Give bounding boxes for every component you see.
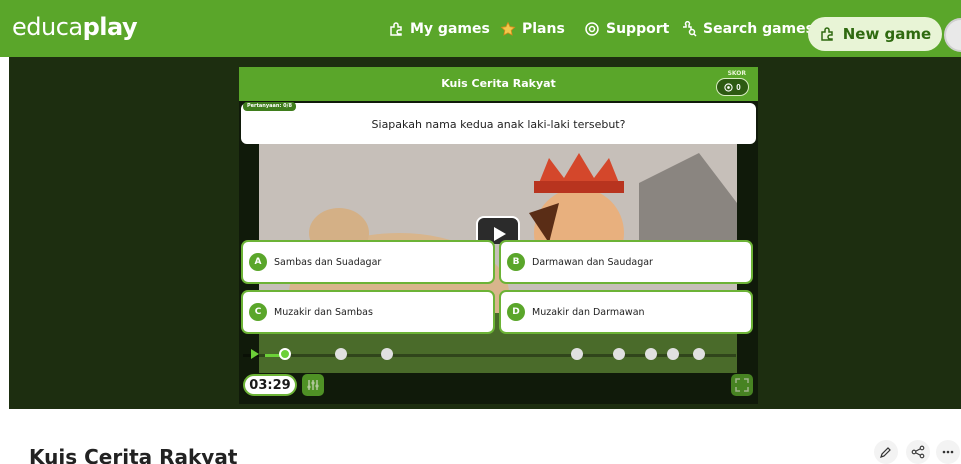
answer-option-d[interactable]: D Muzakir dan Darmawan xyxy=(499,290,753,334)
fullscreen-icon xyxy=(735,378,749,392)
nav-plans[interactable]: Plans xyxy=(500,19,565,39)
answer-option-b[interactable]: B Darmawan dan Saudagar xyxy=(499,240,753,284)
new-game-label: New game xyxy=(842,25,932,43)
educaplay-logo[interactable]: educaplay xyxy=(12,13,138,41)
game-title-bar: Kuis Cerita Rakyat SKOR 0 xyxy=(239,67,758,101)
avatar[interactable] xyxy=(944,18,961,52)
nav-support[interactable]: Support xyxy=(584,19,669,39)
answer-letter-a: A xyxy=(249,253,267,271)
answer-option-c[interactable]: C Muzakir dan Sambas xyxy=(241,290,495,334)
timeline-question-marker[interactable] xyxy=(667,348,679,360)
nav-search-games-label: Search games xyxy=(703,21,814,37)
logo-text-light: educa xyxy=(12,13,83,41)
equalizer-icon xyxy=(307,380,319,390)
answer-text-d: Muzakir dan Darmawan xyxy=(532,306,645,318)
share-button[interactable] xyxy=(906,440,930,464)
top-bar: educaplay My games Plans Support Search … xyxy=(0,0,961,57)
page-title: Kuis Cerita Rakyat xyxy=(29,445,238,464)
timeline-question-marker[interactable] xyxy=(381,348,393,360)
score-label: SKOR xyxy=(727,70,746,77)
star-icon xyxy=(500,21,516,36)
target-icon xyxy=(724,82,733,92)
question-card: Pertanyaan: 0/8 Siapakah nama kedua anak… xyxy=(241,102,756,144)
edit-button[interactable] xyxy=(874,440,898,464)
timeline-question-marker[interactable] xyxy=(613,348,625,360)
timeline-scrubber[interactable] xyxy=(279,348,291,360)
search-puzzle-icon xyxy=(683,21,697,37)
countdown-timer: 03:29 xyxy=(243,374,297,396)
game-title: Kuis Cerita Rakyat xyxy=(441,77,556,90)
new-game-button[interactable]: New game xyxy=(808,17,942,51)
answer-letter-d: D xyxy=(507,303,525,321)
audio-settings-button[interactable] xyxy=(302,374,324,396)
score-value: 0 xyxy=(736,82,741,92)
timeline-play-icon[interactable] xyxy=(251,349,259,359)
answer-text-c: Muzakir dan Sambas xyxy=(274,306,373,318)
answer-letter-b: B xyxy=(507,253,525,271)
pencil-icon xyxy=(880,447,891,458)
puzzle-icon xyxy=(390,22,402,36)
video-timeline[interactable] xyxy=(243,345,736,365)
ellipsis-icon xyxy=(942,450,954,454)
puzzle-plus-icon xyxy=(821,27,833,41)
nav-my-games-label: My games xyxy=(410,21,490,37)
nav-search-games[interactable]: Search games xyxy=(681,19,814,39)
question-counter-badge: Pertanyaan: 0/8 xyxy=(243,102,296,111)
timeline-question-marker[interactable] xyxy=(693,348,705,360)
fullscreen-button[interactable] xyxy=(731,374,753,396)
timeline-track xyxy=(243,354,736,357)
answer-letter-c: C xyxy=(249,303,267,321)
question-text: Siapakah nama kedua anak laki-laki terse… xyxy=(371,118,626,131)
timeline-question-marker[interactable] xyxy=(645,348,657,360)
nav-my-games[interactable]: My games xyxy=(388,19,490,39)
share-icon xyxy=(911,445,925,459)
nav-plans-label: Plans xyxy=(522,21,565,37)
lifebuoy-icon xyxy=(585,22,599,36)
timeline-question-marker[interactable] xyxy=(335,348,347,360)
logo-text-bold: play xyxy=(82,13,138,41)
answer-text-a: Sambas dan Suadagar xyxy=(274,256,382,268)
score-box: 0 xyxy=(716,78,749,96)
timeline-question-marker[interactable] xyxy=(571,348,583,360)
answer-option-a[interactable]: A Sambas dan Suadagar xyxy=(241,240,495,284)
more-options-button[interactable] xyxy=(936,440,960,464)
answer-text-b: Darmawan dan Saudagar xyxy=(532,256,653,268)
nav-support-label: Support xyxy=(606,21,670,37)
